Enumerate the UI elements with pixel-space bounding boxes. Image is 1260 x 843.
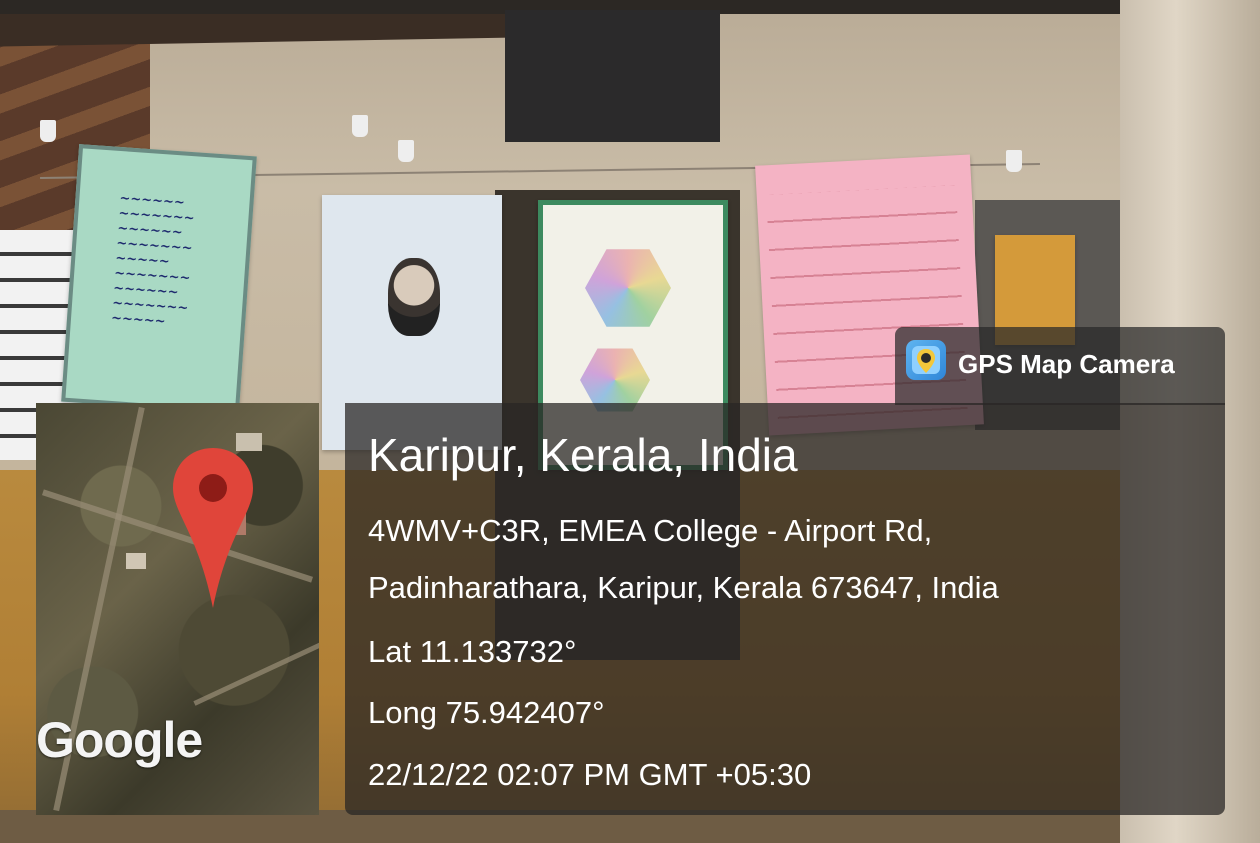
gps-map-camera-app-icon [906, 340, 946, 380]
location-title: Karipur, Kerala, India [368, 429, 798, 481]
paper-cup-decoration [352, 115, 368, 137]
paper-cup-decoration [398, 140, 414, 162]
map-road [193, 625, 319, 706]
poster-scribble: ~~~~~~ ~~~~~~~ ~~~~~~ ~~~~~~~ ~~~~~ ~~~~~~~ ~~… [110, 191, 196, 330]
satellite-map-thumbnail: Google [36, 403, 319, 815]
paper-cup-decoration [40, 120, 56, 142]
datetime-value: 22/12/22 02:07 PM GMT +05:30 [368, 757, 812, 792]
address-line-2: Padinharathara, Karipur, Kerala 673647, … [368, 570, 999, 605]
paper-cup-decoration [1006, 150, 1022, 172]
dark-board [505, 10, 720, 142]
address-line-1: 4WMV+C3R, EMEA College - Airport Rd, [368, 513, 933, 548]
latitude-value: Lat 11.133732° [368, 634, 577, 669]
poster-green: ~~~~~~ ~~~~~~~ ~~~~~~ ~~~~~~~ ~~~~~ ~~~~~~~ ~~… [61, 144, 257, 414]
map-building [126, 553, 146, 569]
google-attribution: Google [36, 712, 203, 768]
app-name: GPS Map Camera [958, 349, 1175, 379]
portrait-drawing [388, 258, 440, 336]
map-pin-icon [173, 448, 253, 608]
longitude-value: Long 75.942407° [368, 695, 605, 730]
